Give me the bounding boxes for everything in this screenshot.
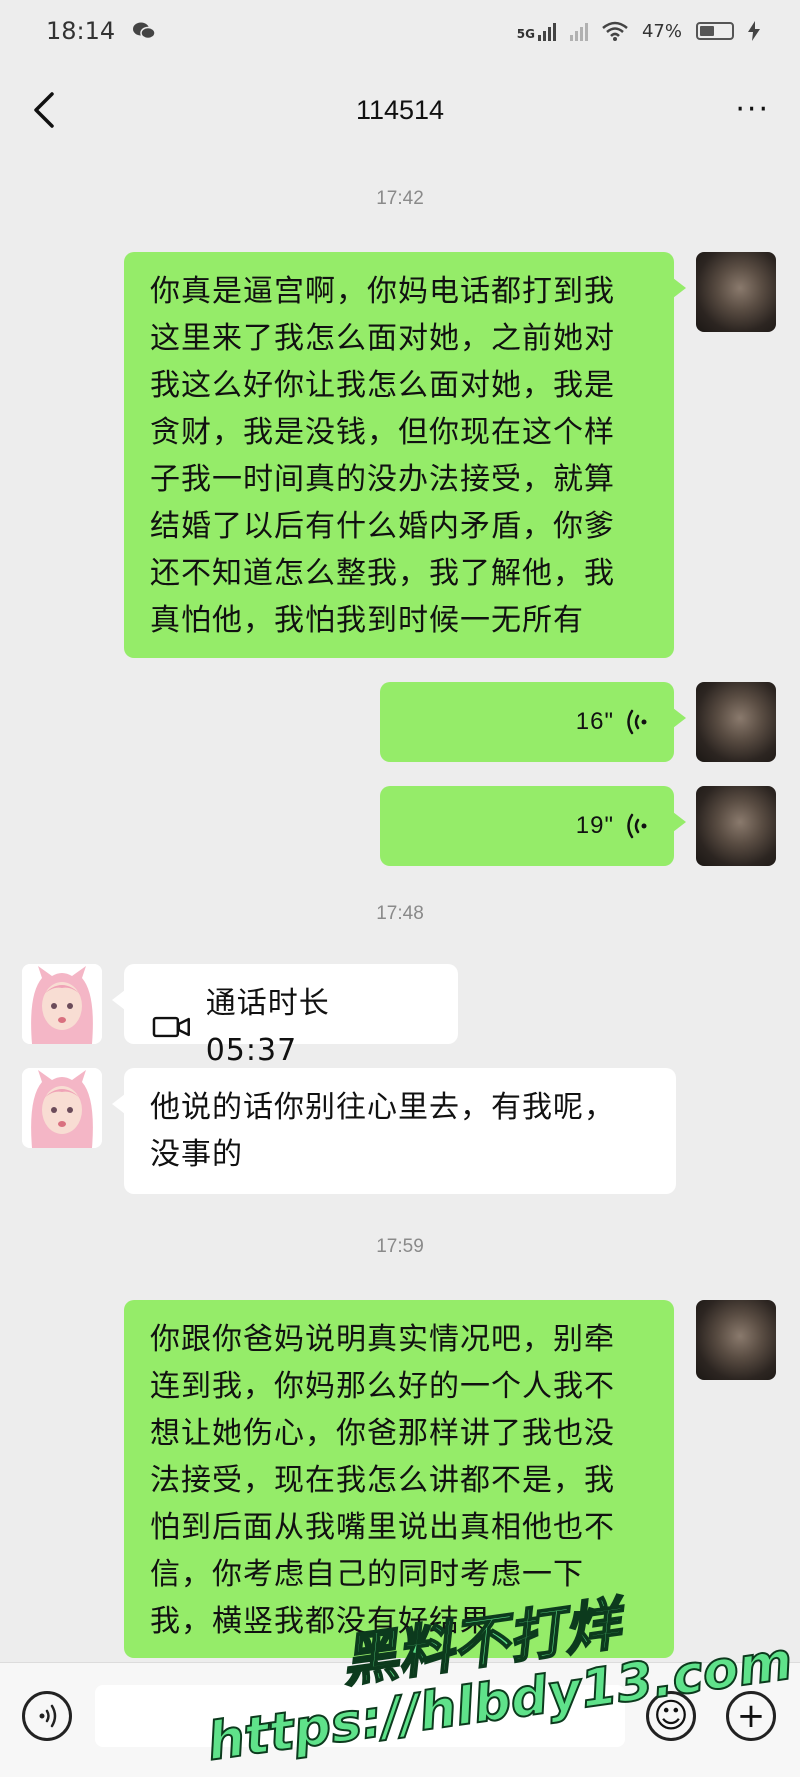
- timestamp: 17:48: [376, 903, 424, 924]
- voice-input-icon[interactable]: [22, 1691, 72, 1741]
- avatar[interactable]: [22, 964, 102, 1044]
- message-line: 法接受，现在我怎么讲都不是，我: [150, 1463, 615, 1498]
- message-line: 没事的: [150, 1137, 243, 1172]
- status-time: 18:14: [46, 17, 116, 45]
- battery-percent: 47%: [641, 20, 682, 42]
- message-line: 连到我，你妈那么好的一个人我不: [150, 1369, 615, 1404]
- avatar[interactable]: [696, 682, 776, 762]
- video-camera-icon: [152, 1016, 190, 1038]
- message-line: 这里来了我怎么面对她，之前她对: [150, 321, 615, 356]
- chevron-left-icon[interactable]: [26, 90, 66, 130]
- message-line: 我这么好你让我怎么面对她，我是: [150, 368, 615, 403]
- voice-duration: 16": [575, 708, 614, 735]
- message-line: 真怕他，我怕我到时候一无所有: [150, 603, 584, 638]
- voice-wave-icon: [627, 813, 647, 838]
- charging-icon: [748, 21, 760, 41]
- signal-icon: [569, 21, 588, 41]
- message-line: 还不知道怎么整我，我了解他，我: [150, 556, 615, 591]
- network-label: 5G: [517, 21, 556, 41]
- voice-wave-icon: [627, 709, 647, 734]
- voice-message[interactable]: 16": [380, 682, 686, 762]
- avatar[interactable]: [696, 786, 776, 866]
- message-line: 贪财，我是没钱，但你现在这个样: [150, 415, 615, 450]
- message-line: 子我一时间真的没办法接受，就算: [150, 462, 615, 497]
- avatar[interactable]: [696, 252, 776, 332]
- message-bubble[interactable]: 他说的话你别往心里去，有我呢， 没事的: [112, 1068, 676, 1194]
- voice-wave-icon: [39, 1704, 57, 1728]
- message-line: 结婚了以后有什么婚内矛盾，你爹: [150, 509, 615, 544]
- status-bar: 18:14 5G 47%: [0, 0, 800, 62]
- chat-title: 114514: [355, 94, 445, 125]
- wifi-icon: [602, 21, 628, 41]
- signal-icon: [537, 21, 556, 41]
- voice-message[interactable]: 19": [380, 786, 686, 866]
- message-line: 他说的话你别往心里去，有我呢，: [150, 1090, 615, 1125]
- avatar[interactable]: [696, 1300, 776, 1380]
- more-dots-icon[interactable]: ···: [735, 95, 770, 125]
- timestamp: 17:42: [376, 188, 424, 209]
- message-line: 怕到后面从我嘴里说出真相他也不: [150, 1510, 615, 1545]
- message-line: 想让她伤心，你爸那样讲了我也没: [150, 1416, 615, 1451]
- call-duration-text: 通话时长 05:37: [205, 986, 330, 1068]
- battery-icon: [696, 22, 734, 40]
- avatar-image: [22, 1068, 102, 1148]
- message-line: 你真是逼宫啊，你妈电话都打到我: [150, 274, 615, 309]
- message-line: 你跟你爸妈说明真实情况吧，别牵: [150, 1322, 615, 1357]
- message-bubble[interactable]: 你真是逼宫啊，你妈电话都打到我 这里来了我怎么面对她，之前她对 我这么好你让我怎…: [124, 252, 686, 658]
- timestamp: 17:59: [376, 1236, 424, 1257]
- wechat-icon: [133, 22, 156, 40]
- voice-duration: 19": [575, 812, 614, 839]
- avatar-image: [22, 964, 102, 1044]
- chat-header: 114514 ···: [0, 62, 800, 158]
- call-record-message[interactable]: 通话时长 05:37: [112, 964, 458, 1068]
- avatar[interactable]: [22, 1068, 102, 1148]
